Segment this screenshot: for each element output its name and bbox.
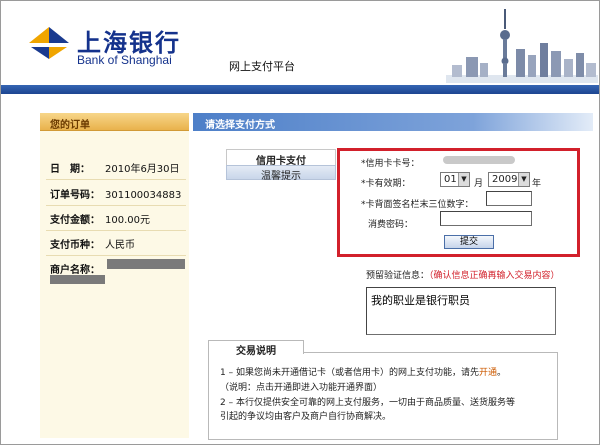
verify-info-label-text: 预留验证信息： bbox=[366, 271, 430, 281]
transaction-notes-title: 交易说明 bbox=[208, 340, 304, 357]
bank-logo-icon bbox=[29, 27, 69, 59]
note-line: （说明：点击开通即进入功能开通界面） bbox=[220, 380, 382, 393]
order-number-label: 订单号码： bbox=[50, 190, 100, 201]
order-row-merchant: 商户名称： bbox=[50, 261, 105, 276]
order-divider bbox=[46, 230, 186, 231]
bank-name-en: Bank of Shanghai bbox=[77, 53, 172, 67]
tab-credit-card-payment[interactable]: 信用卡支付 bbox=[226, 149, 336, 167]
month-unit-label: 月 bbox=[474, 179, 484, 189]
order-amount-value: 100.00元 bbox=[105, 215, 150, 226]
order-divider bbox=[46, 179, 186, 180]
page-header: 上海银行 Bank of Shanghai 网上支付平台 bbox=[1, 1, 599, 85]
note-text: 1 – 如果您尚未开通借记卡（或者信用卡）的网上支付功能，请先 bbox=[220, 368, 479, 378]
cvv-input[interactable] bbox=[486, 191, 532, 206]
expiry-year-select[interactable]: 2009 ▼ bbox=[488, 172, 530, 187]
order-currency-label: 支付币种： bbox=[50, 240, 100, 251]
enable-link[interactable]: 开通 bbox=[479, 368, 497, 378]
order-panel-header: 您的订单 bbox=[40, 113, 189, 131]
tab-tips[interactable]: 温馨提示 bbox=[226, 165, 336, 182]
card-number-label: *信用卡卡号： bbox=[361, 159, 420, 169]
note-text: 。 bbox=[496, 368, 506, 378]
order-number-value: 301100034883 bbox=[105, 190, 182, 201]
submit-button[interactable]: 提交 bbox=[444, 235, 494, 249]
order-date-value: 2010年6月30日 bbox=[105, 164, 180, 175]
card-number-input[interactable] bbox=[443, 156, 515, 164]
order-row-amount: 支付金额： 100.00元 bbox=[50, 211, 150, 226]
order-divider bbox=[46, 205, 186, 206]
order-amount-label: 支付金额： bbox=[50, 215, 100, 226]
expiry-year-value: 2009 bbox=[492, 174, 518, 185]
order-panel-title: 您的订单 bbox=[50, 120, 90, 131]
merchant-name-redaction bbox=[50, 275, 105, 284]
chevron-down-icon: ▼ bbox=[518, 173, 529, 186]
order-currency-value: 人民币 bbox=[105, 240, 135, 251]
header-divider-bar bbox=[1, 85, 599, 94]
order-date-label: 日 期： bbox=[50, 164, 90, 175]
note-line: 引起的争议均由客户及商户自行协商解决。 bbox=[220, 409, 391, 422]
verify-info-label: 预留验证信息：（确认信息正确再输入交易内容） bbox=[366, 268, 560, 281]
password-input[interactable] bbox=[440, 211, 532, 226]
order-row-date: 日 期： 2010年6月30日 bbox=[50, 160, 180, 175]
payment-section-header: 请选择支付方式 bbox=[193, 113, 593, 131]
verify-info-textarea[interactable]: 我的职业是银行职员 bbox=[366, 287, 556, 335]
chevron-down-icon: ▼ bbox=[458, 173, 469, 186]
expiry-month-select[interactable]: 01 ▼ bbox=[440, 172, 470, 187]
merchant-name-redaction bbox=[107, 259, 185, 269]
note-text: 2 – 本行仅提供安全可靠的网上支付服务，一切由于商品质量、送货服务等 bbox=[220, 398, 515, 408]
note-line: 1 – 如果您尚未开通借记卡（或者信用卡）的网上支付功能，请先开通。 bbox=[220, 365, 506, 378]
order-row-currency: 支付币种： 人民币 bbox=[50, 236, 135, 251]
password-label: 消费密码： bbox=[368, 220, 414, 230]
cvv-label: *卡背面签名栏末三位数字： bbox=[361, 200, 474, 210]
verify-info-warning: （确认信息正确再输入交易内容） bbox=[429, 271, 560, 281]
expiry-month-value: 01 bbox=[444, 174, 457, 185]
city-skyline-icon bbox=[446, 5, 598, 83]
order-row-number: 订单号码： 301100034883 bbox=[50, 186, 181, 201]
expiry-label: *卡有效期： bbox=[361, 179, 411, 189]
year-unit-label: 年 bbox=[532, 179, 542, 189]
note-line: 2 – 本行仅提供安全可靠的网上支付服务，一切由于商品质量、送货服务等 bbox=[220, 395, 515, 408]
note-text: （说明：点击开通即进入功能开通界面） bbox=[220, 383, 383, 393]
note-text: 引起的争议均由客户及商户自行协商解决。 bbox=[220, 412, 392, 422]
platform-title: 网上支付平台 bbox=[229, 60, 295, 73]
order-merchant-label: 商户名称： bbox=[50, 265, 100, 276]
payment-section-title: 请选择支付方式 bbox=[205, 120, 275, 131]
order-divider bbox=[46, 255, 186, 256]
